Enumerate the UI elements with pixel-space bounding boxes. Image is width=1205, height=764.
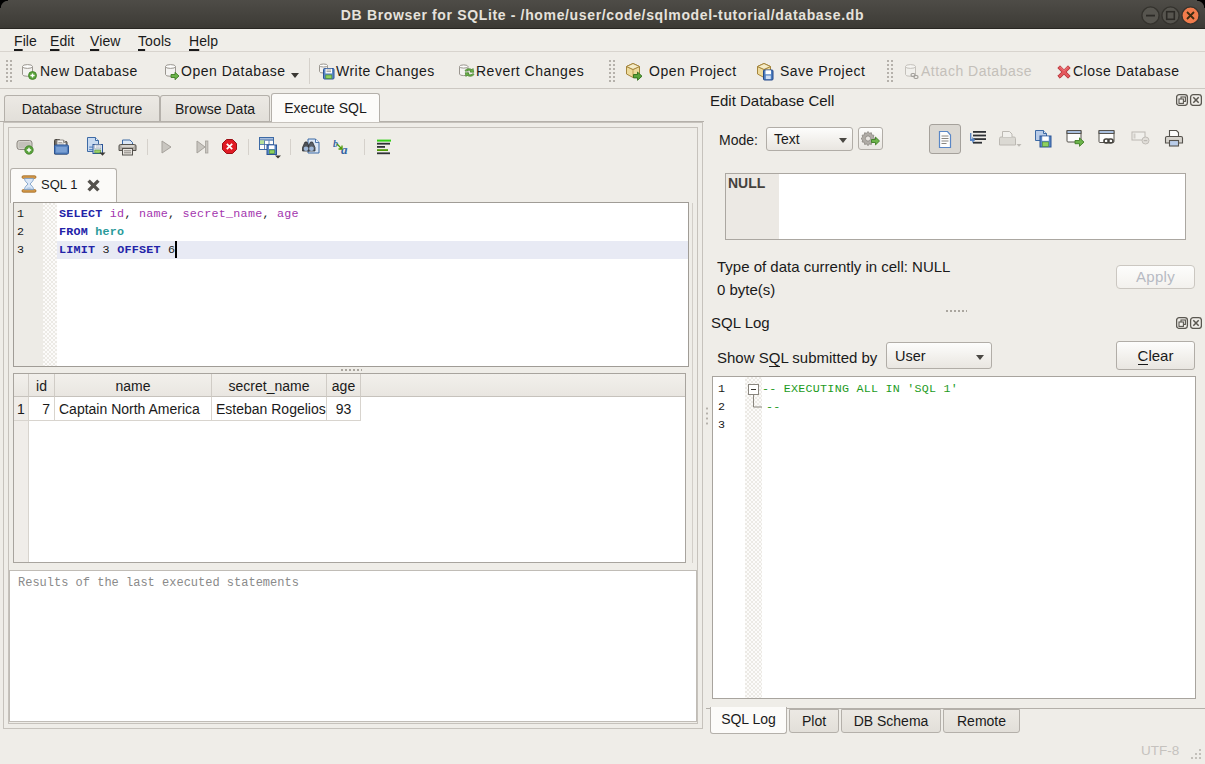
svg-text:b: b (333, 138, 338, 149)
